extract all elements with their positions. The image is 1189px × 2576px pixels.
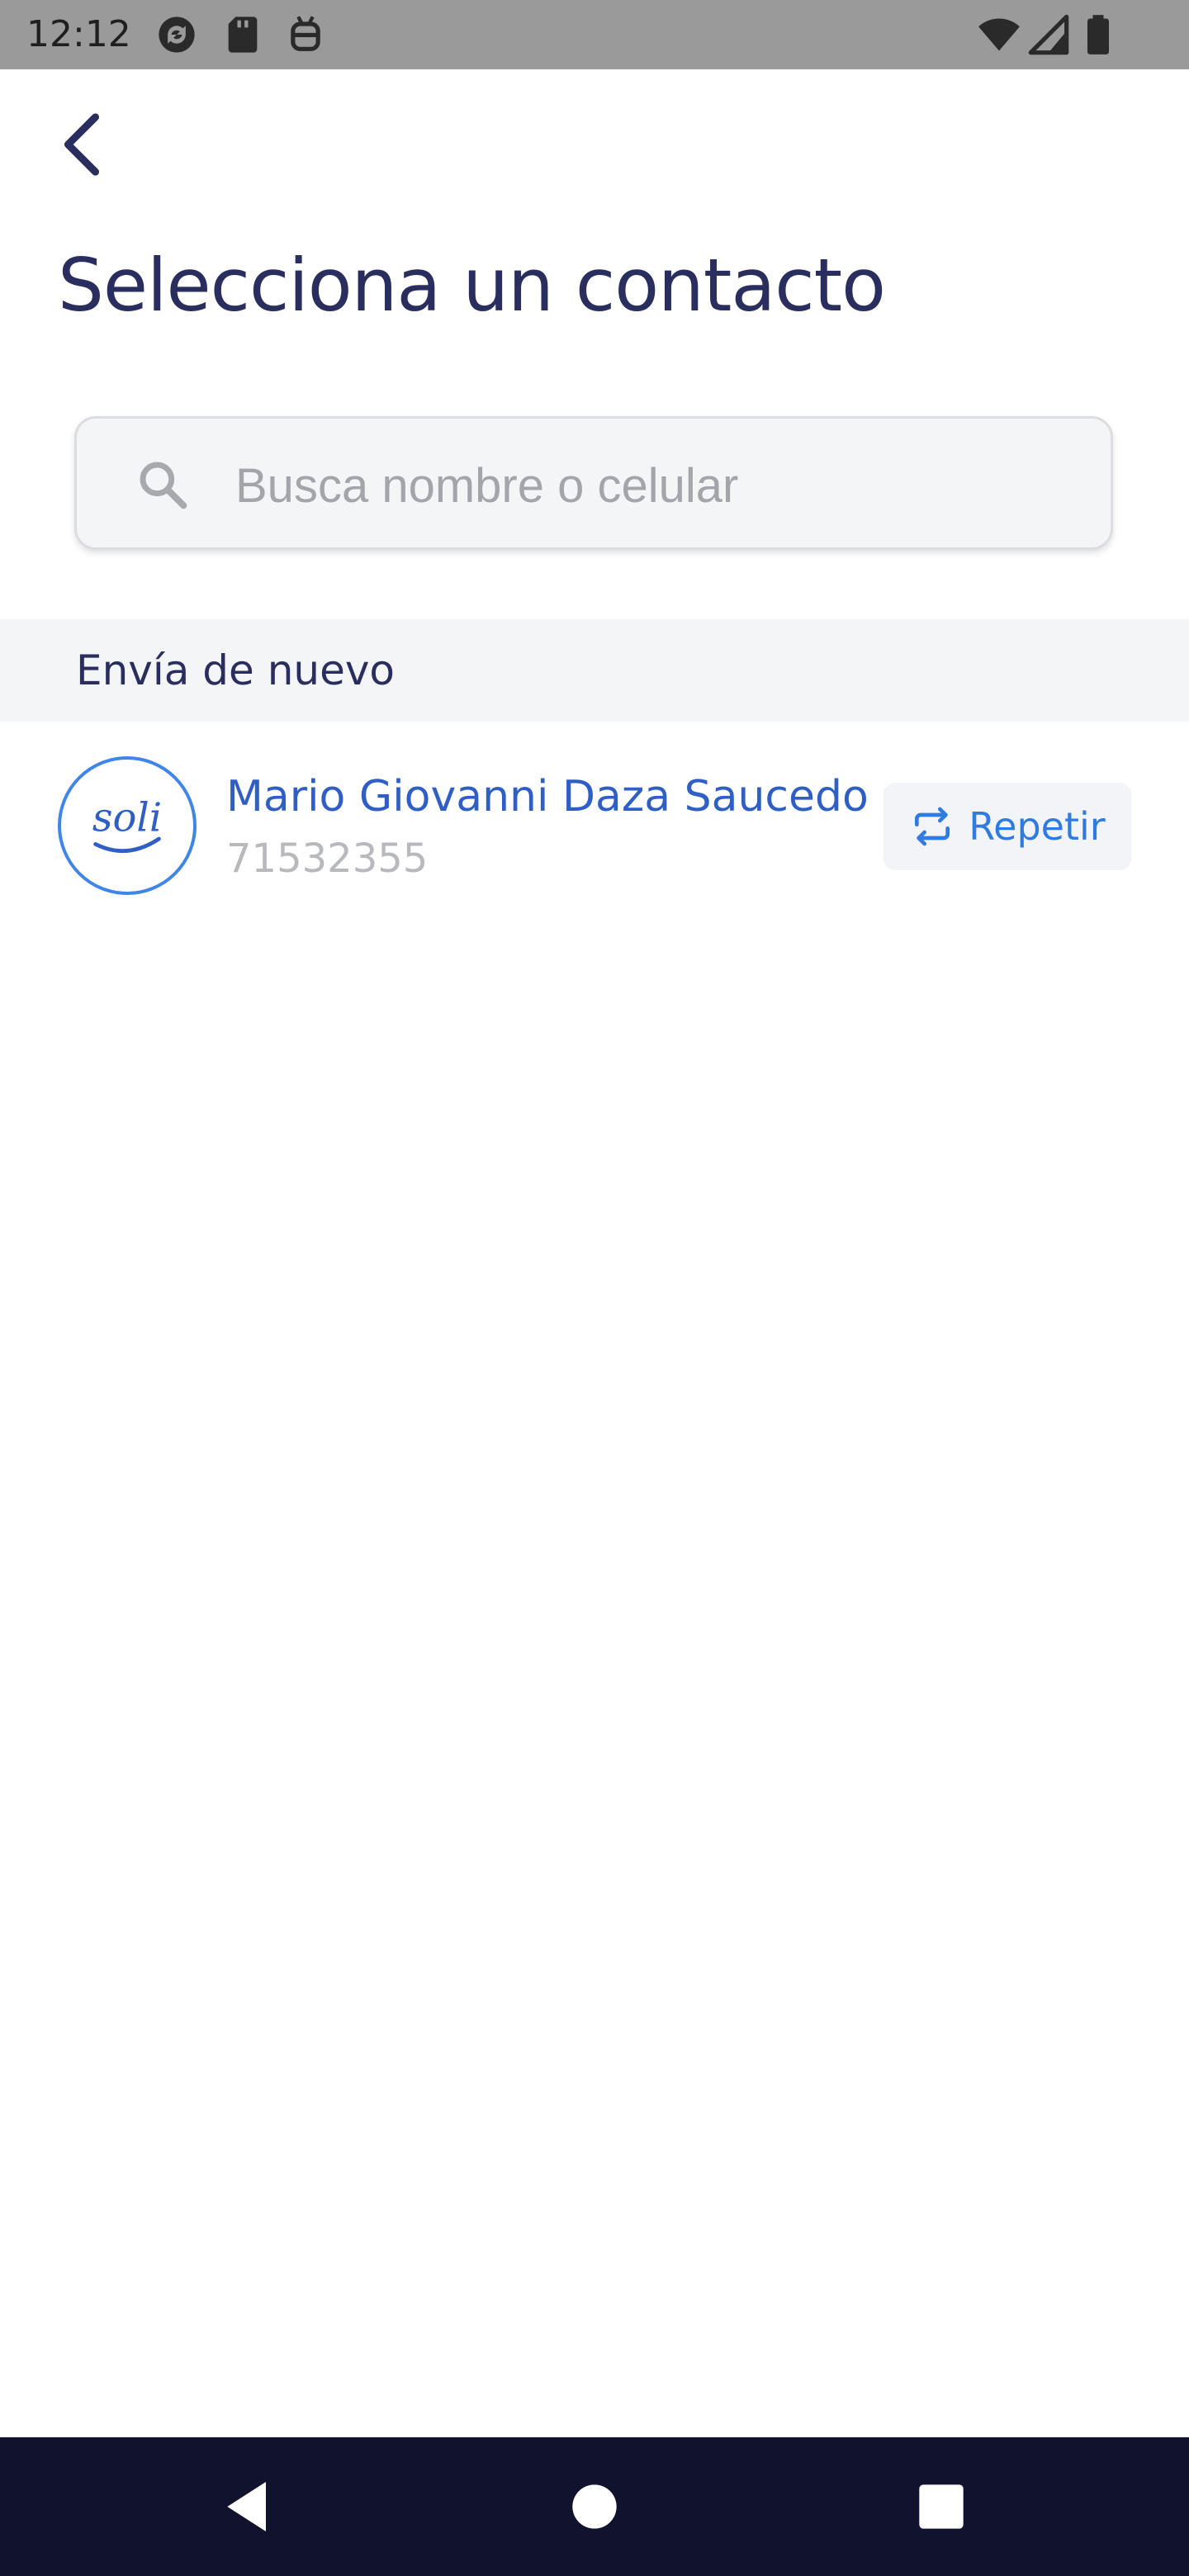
soli-logo-icon: soli (92, 794, 162, 853)
status-bar: 12:12 (0, 0, 1189, 69)
back-button[interactable] (48, 107, 114, 182)
search-icon (136, 458, 189, 511)
home-circle-icon[interactable] (561, 2474, 628, 2540)
wifi-icon (978, 13, 1021, 56)
status-time: 12:12 (26, 13, 131, 55)
sync-icon (155, 13, 198, 56)
repeat-label: Repetir (969, 804, 1106, 849)
svg-text:soli: soli (92, 794, 162, 841)
contact-phone: 71532355 (226, 836, 429, 882)
repeat-button[interactable]: Repetir (883, 783, 1131, 870)
page-title: Selecciona un contacto (58, 243, 886, 328)
search-box[interactable] (74, 416, 1113, 550)
search-input[interactable] (234, 443, 1079, 528)
android-debug-icon (284, 13, 327, 56)
back-triangle-icon[interactable] (216, 2474, 282, 2540)
section-title: Envía de nuevo (76, 646, 396, 694)
battery-icon (1077, 13, 1120, 56)
contact-name: Mario Giovanni Daza Saucedo (226, 772, 869, 822)
sd-card-icon (221, 13, 264, 56)
avatar: soli (58, 756, 197, 895)
recent-section-header: Envía de nuevo (0, 619, 1189, 722)
cell-signal-icon (1027, 13, 1070, 56)
contact-row[interactable]: soli Mario Giovanni Daza Saucedo 7153235… (0, 727, 1189, 925)
chevron-left-icon (64, 113, 100, 176)
repeat-icon (909, 803, 955, 850)
navigation-bar (0, 2437, 1189, 2576)
recents-square-icon[interactable] (908, 2474, 974, 2540)
